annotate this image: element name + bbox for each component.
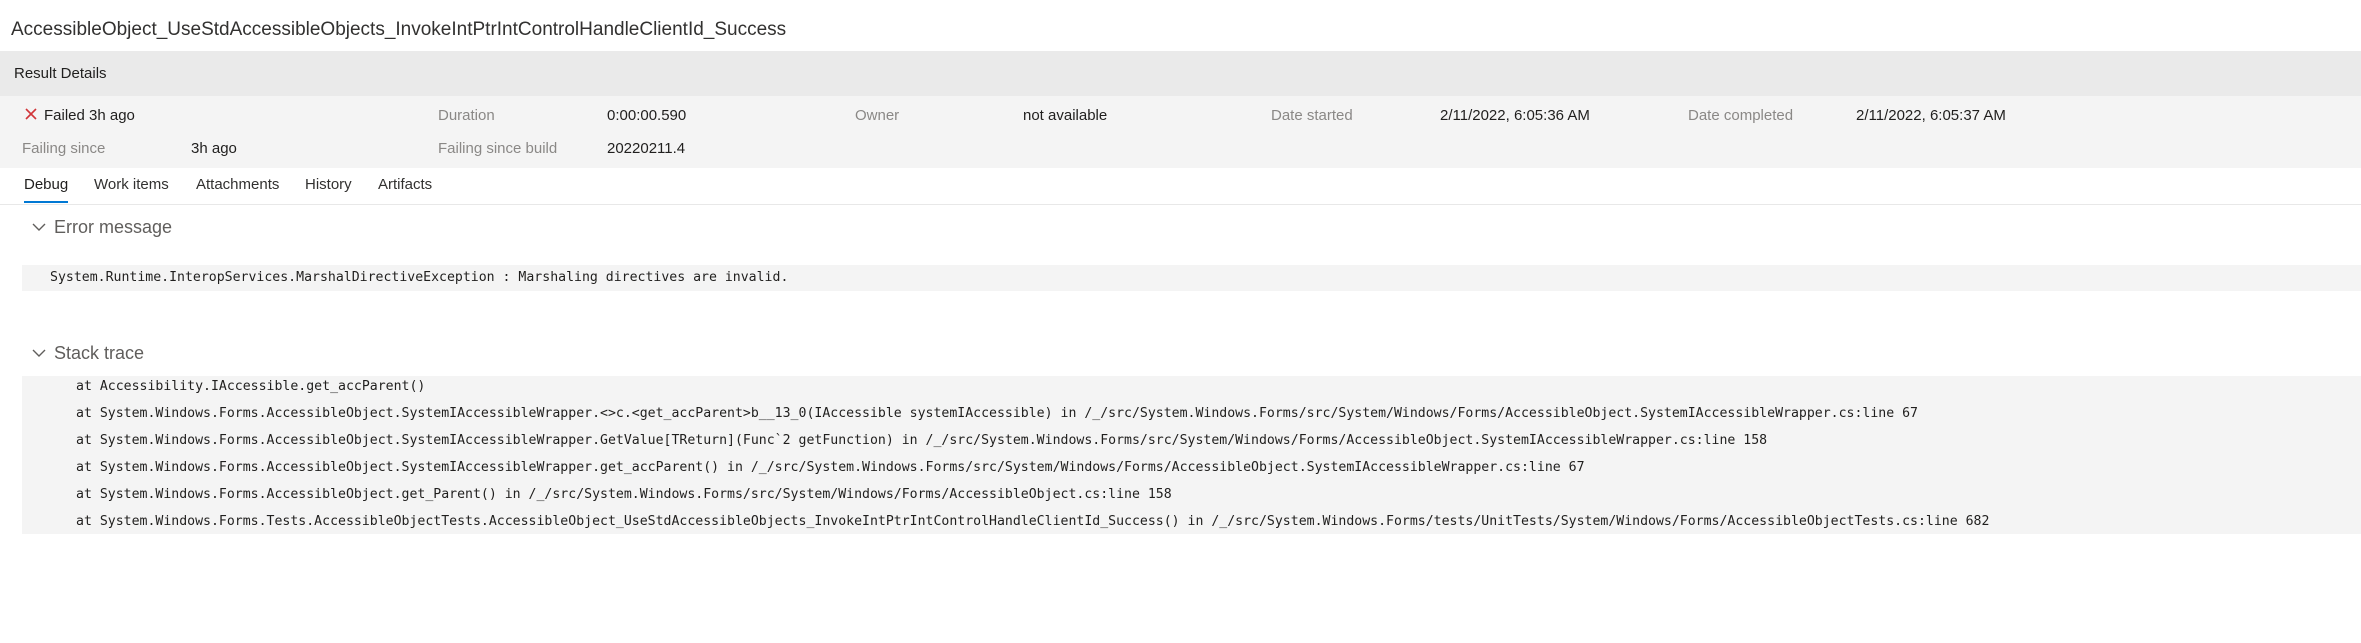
failing-since-build-label: Failing since build xyxy=(438,140,558,157)
tab-history[interactable]: History xyxy=(305,176,352,193)
stack-trace-box: at Accessibility.IAccessible.get_accPare… xyxy=(22,376,2361,534)
stack-trace-title: Stack trace xyxy=(54,343,145,363)
failing-since-label: Failing since xyxy=(22,140,106,157)
stack-trace-line: at System.Windows.Forms.Tests.Accessible… xyxy=(76,514,1990,529)
stack-trace-line: at System.Windows.Forms.AccessibleObject… xyxy=(76,406,1918,421)
failing-since-value: 3h ago xyxy=(191,140,237,157)
error-message-box: System.Runtime.InteropServices.MarshalDi… xyxy=(22,265,2361,291)
stack-trace-line: at System.Windows.Forms.AccessibleObject… xyxy=(76,487,1172,502)
error-message-text: System.Runtime.InteropServices.MarshalDi… xyxy=(50,270,789,285)
owner-label: Owner xyxy=(855,107,900,124)
summary-panel xyxy=(0,96,2361,168)
duration-value: 0:00:00.590 xyxy=(607,107,687,124)
date-started-value: 2/11/2022, 6:05:36 AM xyxy=(1440,107,1590,124)
stack-trace-line: at Accessibility.IAccessible.get_accPare… xyxy=(76,379,426,394)
stack-trace-line: at System.Windows.Forms.AccessibleObject… xyxy=(76,433,1768,448)
tab-artifacts[interactable]: Artifacts xyxy=(378,176,432,193)
tab-work-items[interactable]: Work items xyxy=(94,176,169,193)
x-icon xyxy=(25,108,37,120)
stack-trace-line: at System.Windows.Forms.AccessibleObject… xyxy=(76,460,1585,475)
result-details-label: Result Details xyxy=(14,65,107,82)
owner-value: not available xyxy=(1023,107,1108,124)
result-details-header: Result Details xyxy=(0,51,2361,96)
duration-label: Duration xyxy=(438,107,495,124)
date-completed-value: 2/11/2022, 6:05:37 AM xyxy=(1856,107,2006,124)
tab-attachments[interactable]: Attachments xyxy=(196,176,279,193)
page-title: AccessibleObject_UseStdAccessibleObjects… xyxy=(11,19,787,40)
status-text: Failed 3h ago xyxy=(44,107,135,124)
tab-bar: Debug Work items Attachments History Art… xyxy=(0,168,2361,205)
chevron-down-icon xyxy=(32,349,46,357)
date-completed-label: Date completed xyxy=(1688,107,1794,124)
error-message-title: Error message xyxy=(54,217,173,237)
date-started-label: Date started xyxy=(1271,107,1353,124)
chevron-down-icon xyxy=(32,223,46,231)
failing-since-build-value: 20220211.4 xyxy=(607,140,686,157)
tab-debug[interactable]: Debug xyxy=(24,176,69,203)
